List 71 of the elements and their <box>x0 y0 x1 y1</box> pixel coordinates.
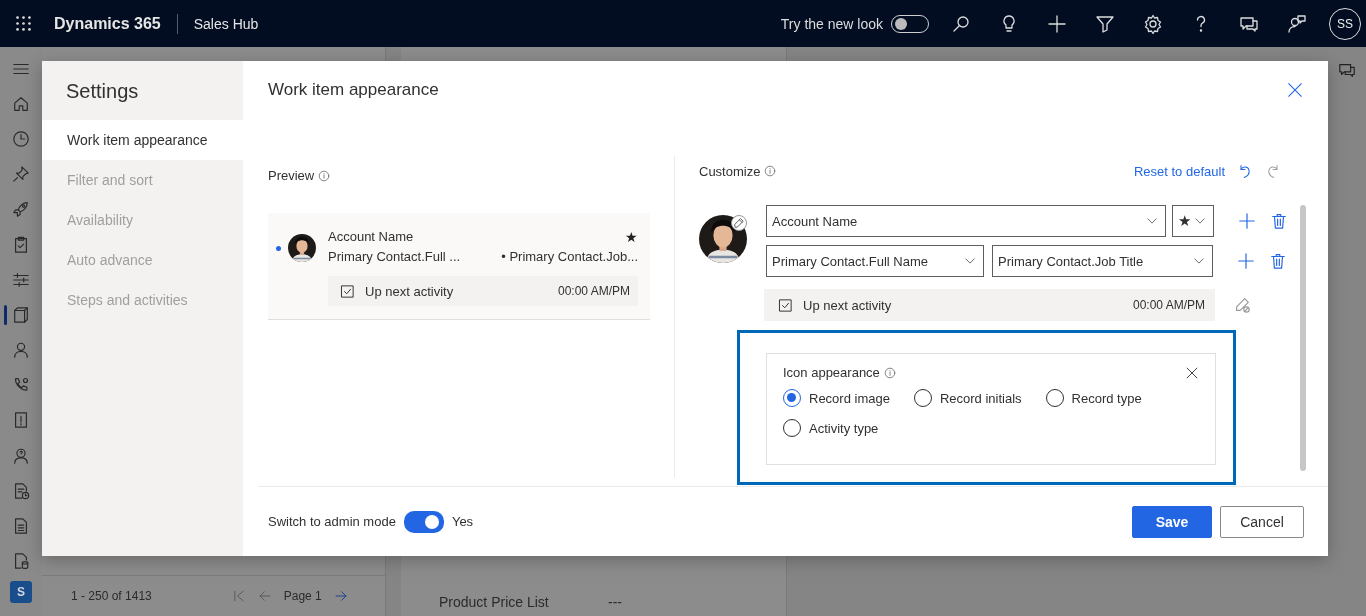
contact-title: • Primary Contact.Job... <box>501 248 638 266</box>
document-icon[interactable] <box>12 517 30 536</box>
alert-icon[interactable] <box>12 411 30 430</box>
clipboard-icon[interactable] <box>12 235 30 254</box>
area-badge[interactable]: S <box>10 580 32 603</box>
undo-icon[interactable] <box>1237 163 1253 179</box>
info-icon[interactable] <box>764 165 777 177</box>
toggle-value: Yes <box>451 514 474 529</box>
option-label[interactable]: Record type <box>1071 390 1142 406</box>
reset-link[interactable]: Reset to default <box>1133 163 1225 179</box>
toggle-label: Switch to admin mode <box>268 514 396 529</box>
dropdown[interactable]: Primary Contact.Full Name <box>766 245 984 277</box>
section-label: Preview <box>268 168 315 183</box>
document-clock-icon[interactable] <box>12 481 30 500</box>
option-label[interactable]: Record image <box>809 390 890 406</box>
filter-icon[interactable] <box>1095 13 1115 34</box>
account-name: Account Name <box>328 228 414 246</box>
dropdown[interactable]: Primary Contact.Job Title <box>992 245 1213 277</box>
field-label: Product Price List <box>439 594 550 610</box>
sidebar-title: Settings <box>65 79 140 104</box>
person-icon[interactable] <box>12 341 30 360</box>
plus-icon[interactable] <box>1047 13 1067 34</box>
edit-icon[interactable] <box>731 215 747 231</box>
info-icon[interactable] <box>883 366 896 379</box>
page-label: Page 1 <box>283 589 322 603</box>
activity-label: Up next activity <box>365 283 455 299</box>
person-chat-icon[interactable] <box>1287 13 1307 34</box>
scrollbar[interactable] <box>1300 205 1306 471</box>
close-icon[interactable] <box>1185 365 1199 380</box>
redo-icon[interactable] <box>1265 163 1281 179</box>
record-count: 1 - 250 of 1413 <box>71 589 152 603</box>
sliders-icon[interactable] <box>12 270 30 289</box>
pin-icon[interactable] <box>12 165 30 184</box>
activity-label: Up next activity <box>803 297 893 313</box>
dropdown[interactable]: Account Name <box>766 205 1166 237</box>
activity-time: 00:00 AM/PM <box>1132 298 1205 312</box>
option-label[interactable]: Activity type <box>809 420 879 436</box>
delete-icon[interactable] <box>1269 252 1287 270</box>
add-icon[interactable] <box>1237 252 1255 270</box>
star-icon: ★ <box>625 227 638 247</box>
document-database-icon[interactable] <box>12 552 30 571</box>
app-launcher-icon[interactable] <box>15 15 32 32</box>
board-icon[interactable] <box>12 305 30 324</box>
rocket-icon[interactable] <box>12 200 30 219</box>
new-look-label: Try the new look <box>780 15 883 32</box>
close-icon[interactable] <box>1286 81 1304 99</box>
activity-time: 00:00 AM/PM <box>557 284 630 298</box>
cancel-button[interactable]: Cancel <box>1220 505 1304 538</box>
sidebar-item[interactable]: Work item appearance <box>42 120 243 160</box>
admin-mode-toggle[interactable] <box>403 510 444 533</box>
option-label[interactable]: Record initials <box>939 390 1022 406</box>
contact-icon[interactable] <box>12 446 30 465</box>
work-item-card[interactable]: Account Name ★ Primary Contact.Full ... • Primary Contact.Job... Up next activity 00:00 AM/PM <box>268 213 650 320</box>
brand-name[interactable]: Dynamics 365 <box>54 14 161 33</box>
section-label: Customize <box>699 163 761 179</box>
dropdown[interactable]: ★ <box>1172 205 1214 237</box>
settings-icon[interactable] <box>1143 13 1163 34</box>
app-name[interactable]: Sales Hub <box>193 15 259 32</box>
info-icon[interactable] <box>318 169 331 182</box>
edit-off-icon[interactable] <box>1233 296 1251 314</box>
contact-name: Primary Contact.Full ... <box>328 248 461 266</box>
panel-title: Icon appearance <box>783 365 880 380</box>
home-icon[interactable] <box>12 94 30 113</box>
delete-icon[interactable] <box>1270 212 1288 230</box>
save-button[interactable]: Save <box>1132 505 1212 538</box>
add-icon[interactable] <box>1238 212 1256 230</box>
next-page-icon[interactable] <box>333 589 348 603</box>
field-value: --- <box>608 594 622 610</box>
search-icon[interactable] <box>951 13 971 34</box>
dialog-title: Work item appearance <box>268 80 439 100</box>
clock-icon[interactable] <box>12 129 30 148</box>
